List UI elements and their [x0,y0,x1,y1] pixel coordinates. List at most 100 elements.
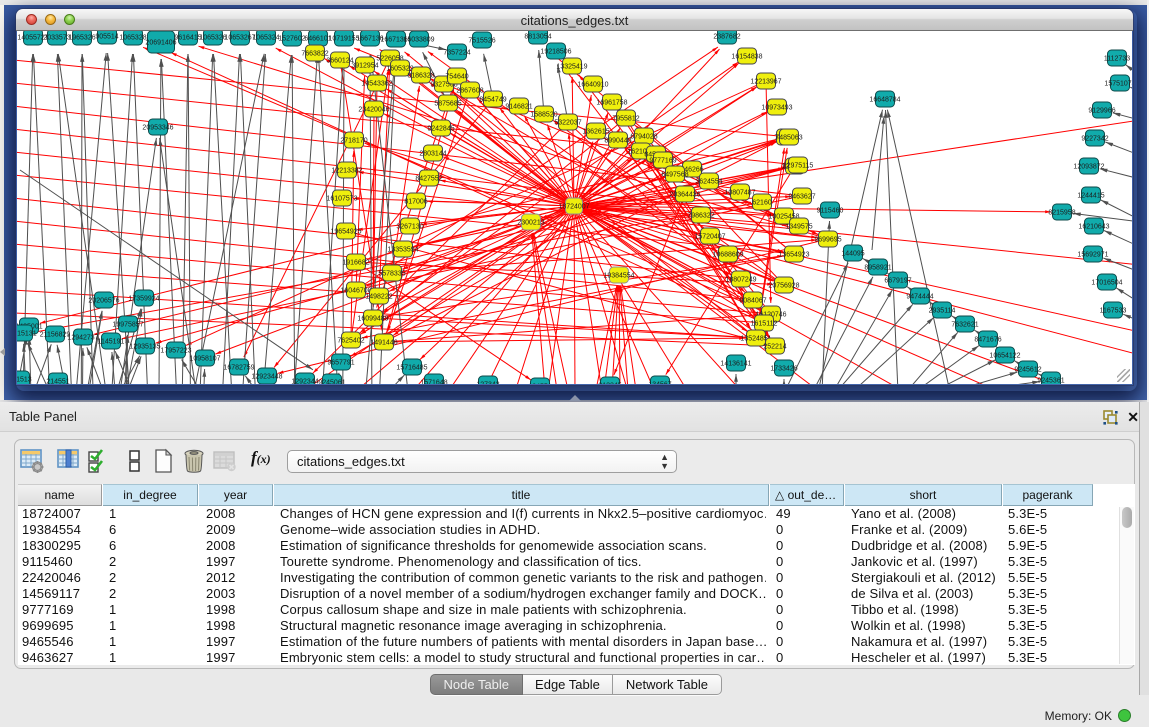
svg-text:9463627: 9463627 [788,194,815,201]
svg-text:9777169: 9777169 [649,158,676,165]
svg-text:13353594: 13353594 [387,247,418,254]
svg-text:17016504: 17016504 [1091,280,1122,287]
svg-text:16154838: 16154838 [731,54,762,61]
svg-text:18724007: 18724007 [558,204,589,211]
svg-text:8454749: 8454749 [479,97,506,104]
svg-text:12942737: 12942737 [67,335,98,342]
svg-text:1965326: 1965326 [68,35,95,42]
svg-text:9245612: 9245612 [1014,367,1041,374]
svg-text:8215958: 8215958 [1048,210,1075,217]
svg-text:16099489: 16099489 [357,316,388,323]
svg-text:10653267: 10653267 [224,35,255,42]
svg-text:23420046: 23420046 [358,107,389,114]
svg-text:19975857: 19975857 [112,322,143,329]
svg-text:16961758: 16961758 [596,100,627,107]
svg-text:1065328: 1065328 [119,35,146,42]
svg-text:2867608: 2867608 [456,88,483,95]
svg-text:9699695: 9699695 [814,237,841,244]
svg-text:10543362: 10543362 [361,81,392,88]
svg-text:252214: 252214 [763,344,786,351]
svg-text:2033573: 2033573 [43,35,70,42]
svg-text:9242845: 9242845 [427,126,454,133]
svg-text:134567: 134567 [648,382,671,385]
svg-text:1065326: 1065326 [199,35,226,42]
svg-text:17957223: 17957223 [160,348,191,355]
svg-text:16033809: 16033809 [403,37,434,44]
svg-text:8427552: 8427552 [415,176,442,183]
svg-text:2803144: 2803144 [419,151,446,158]
svg-text:6794028: 6794028 [630,134,657,141]
svg-text:15720407: 15720407 [694,234,725,241]
svg-text:7955812: 7955812 [612,116,639,123]
svg-text:16782759: 16782759 [223,365,254,372]
svg-text:3624554: 3624554 [695,179,722,186]
svg-text:17359924: 17359924 [128,296,159,303]
svg-text:817006: 817006 [404,199,427,206]
svg-text:9227342: 9227342 [1081,136,1108,143]
svg-text:7663822: 7663822 [301,51,328,58]
svg-text:7357224: 7357224 [443,50,470,57]
svg-text:15716485: 15716485 [396,365,427,372]
svg-text:905514: 905514 [95,34,118,41]
svg-text:3915131: 3915131 [17,331,37,338]
svg-text:6679197: 6679197 [884,278,911,285]
svg-text:5578335: 5578335 [378,271,405,278]
svg-text:10807487: 10807487 [724,190,755,197]
svg-text:9084067: 9084067 [739,298,766,305]
svg-text:191513: 191513 [17,377,32,384]
svg-text:9245361: 9245361 [1037,378,1064,385]
svg-text:3912954: 3912954 [351,63,378,70]
svg-text:5322037: 5322037 [554,120,581,127]
svg-text:16640910: 16640910 [577,82,608,89]
svg-text:9129966: 9129966 [1088,108,1115,115]
svg-text:9146821: 9146821 [505,104,532,111]
svg-text:18807249: 18807249 [725,277,756,284]
svg-text:1167533: 1167533 [1100,308,1127,315]
svg-text:1065324: 1065324 [252,35,279,42]
svg-text:1112733: 1112733 [1104,56,1130,63]
svg-text:1588520: 1588520 [530,112,557,119]
svg-text:7485063: 7485063 [775,135,802,142]
svg-text:1491446: 1491446 [370,340,397,347]
svg-text:12975115: 12975115 [783,163,814,170]
svg-text:1527602: 1527602 [278,36,305,43]
svg-text:9616415: 9616415 [174,35,201,42]
svg-text:1292344: 1292344 [291,379,318,385]
svg-text:20756928: 20756928 [768,283,799,290]
svg-text:8813054: 8813054 [524,34,551,41]
svg-text:12935135: 12935135 [129,344,160,351]
svg-text:3267130: 3267130 [396,224,423,231]
svg-text:19218506: 19218506 [540,49,571,56]
svg-text:127343: 127343 [476,382,499,385]
svg-text:12093872: 12093872 [1073,164,1104,171]
svg-text:1349575: 1349575 [785,224,812,231]
svg-text:10654122: 10654122 [989,353,1020,360]
svg-text:16648784: 16648784 [869,97,900,104]
svg-text:21156829: 21156829 [40,332,71,339]
svg-text:20691406: 20691406 [145,40,176,47]
svg-text:62160: 62160 [752,200,772,207]
svg-text:19384554: 19384554 [603,273,634,280]
svg-text:12213967: 12213967 [750,79,781,86]
svg-text:1615112: 1615112 [751,321,778,328]
svg-text:214551: 214551 [46,379,69,385]
svg-text:10688609: 10688609 [712,252,743,259]
svg-text:1916682: 1916682 [342,260,369,267]
svg-text:20206576: 20206576 [88,298,119,305]
svg-text:134551: 134551 [528,384,551,385]
svg-text:1605322: 1605322 [386,66,413,73]
svg-text:7986322: 7986322 [687,213,714,220]
svg-text:1571648: 1571648 [420,380,447,385]
svg-text:8186328: 8186328 [407,73,434,80]
svg-text:6497568: 6497568 [661,172,688,179]
svg-text:10958107: 10958107 [189,356,220,363]
svg-text:10719155: 10719155 [328,36,359,43]
svg-text:9657791: 9657791 [327,360,354,367]
svg-text:2935114: 2935114 [929,308,956,315]
svg-text:9474444: 9474444 [906,294,933,301]
svg-text:15692971: 15692971 [1077,252,1108,259]
svg-text:20364436: 20364436 [669,192,700,199]
svg-text:3660124: 3660124 [326,58,353,65]
svg-text:1733426: 1733426 [770,366,797,373]
svg-text:8990448: 8990448 [604,138,631,145]
